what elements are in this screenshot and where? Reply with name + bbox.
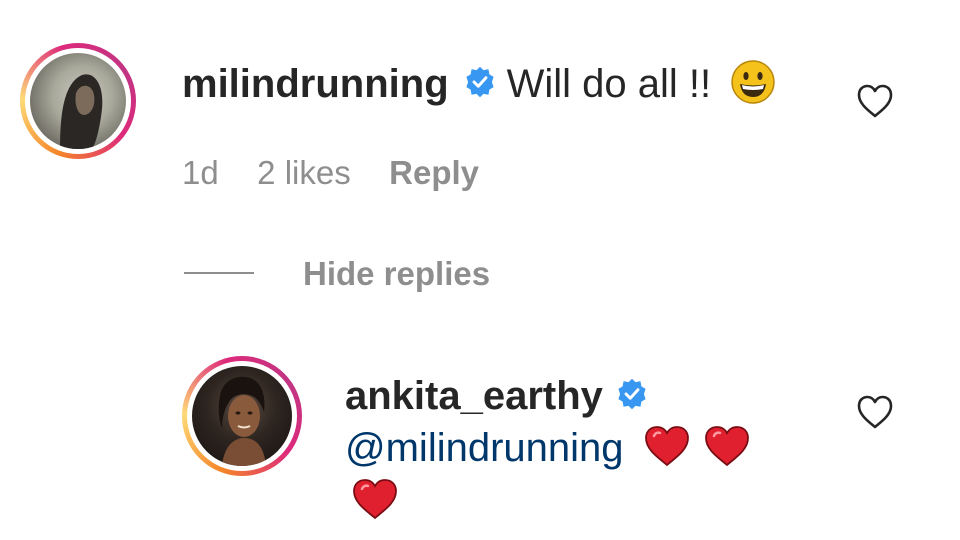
comment-time: 1d bbox=[182, 154, 219, 191]
verified-badge-icon bbox=[463, 65, 497, 104]
avatar-ankita_earthy[interactable] bbox=[182, 356, 302, 476]
grinning-face-icon bbox=[729, 58, 777, 111]
reply-mention-link[interactable]: @milindrunning bbox=[345, 426, 624, 471]
reply-header: ankita_earthy bbox=[345, 370, 649, 422]
reply-username[interactable]: ankita_earthy bbox=[345, 374, 603, 419]
replies-divider bbox=[184, 272, 254, 274]
like-comment-heart-icon[interactable] bbox=[855, 82, 895, 125]
comment-likes-link[interactable]: 2 likes bbox=[257, 154, 351, 191]
like-reply-heart-icon[interactable] bbox=[855, 393, 895, 436]
reply-button[interactable]: Reply bbox=[389, 154, 479, 191]
comment-username[interactable]: milindrunning bbox=[182, 62, 449, 107]
hide-replies-button[interactable]: Hide replies bbox=[303, 255, 490, 293]
comment-line: milindrunning Will do all !! bbox=[182, 58, 777, 110]
red-heart-icon bbox=[350, 476, 400, 527]
verified-badge-icon bbox=[615, 377, 649, 416]
red-heart-icon bbox=[702, 423, 752, 474]
reply-text-line: @milindrunning bbox=[345, 422, 752, 474]
comment-text: Will do all !! bbox=[506, 61, 712, 106]
red-heart-icon bbox=[642, 423, 692, 474]
avatar-milindrunning[interactable] bbox=[20, 43, 136, 159]
comment-meta: 1d 2 likes Reply bbox=[182, 154, 479, 192]
